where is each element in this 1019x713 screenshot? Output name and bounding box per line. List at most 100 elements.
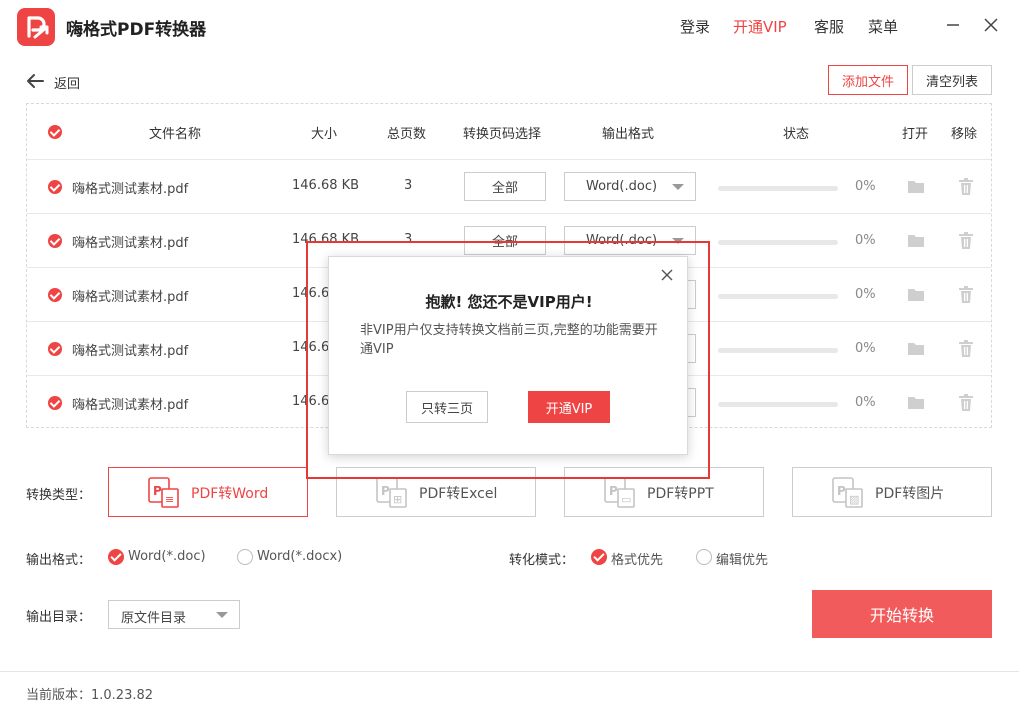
clear-list-button[interactable]: 清空列表 — [912, 65, 992, 95]
arrow-left-icon — [27, 74, 44, 88]
format-doc-radio[interactable] — [108, 549, 124, 565]
close-window-button[interactable] — [980, 14, 1002, 36]
vip-link[interactable]: 开通VIP — [733, 16, 787, 37]
remove-file-button[interactable] — [958, 178, 974, 200]
open-folder-button[interactable] — [907, 341, 925, 360]
trash-icon — [958, 394, 974, 416]
remove-file-button[interactable] — [958, 340, 974, 362]
file-name: 嗨格式测试素材.pdf — [72, 398, 189, 413]
login-link[interactable]: 登录 — [680, 16, 710, 37]
page-range-button[interactable]: 全部 — [464, 172, 546, 201]
page-count: 3 — [404, 178, 413, 193]
header-open: 打开 — [902, 127, 929, 142]
pdf-word-icon: P ≡ — [148, 477, 182, 513]
row-checkbox[interactable] — [48, 342, 62, 356]
conversion-type-label-text: PDF转PPT — [647, 486, 714, 502]
mode-format-radio[interactable] — [591, 549, 607, 565]
remove-file-button[interactable] — [958, 286, 974, 308]
format-docx-label[interactable]: Word(*.docx) — [257, 549, 342, 564]
remove-file-button[interactable] — [958, 394, 974, 416]
output-format-label: 输出格式： — [26, 553, 92, 568]
add-file-button[interactable]: 添加文件 — [828, 65, 908, 95]
progress-bar — [718, 186, 838, 191]
output-dir-value: 原文件目录 — [121, 611, 187, 626]
app-title: 嗨格式PDF转换器 — [66, 20, 207, 40]
progress-percent: 0% — [855, 287, 876, 302]
format-doc-label[interactable]: Word(*.doc) — [128, 549, 206, 564]
progress-percent: 0% — [855, 179, 876, 194]
menu-link[interactable]: 菜单 — [868, 16, 898, 37]
conversion-type-pdf-image[interactable]: P ▨ PDF转图片 — [792, 467, 992, 517]
select-all-checkbox[interactable] — [48, 125, 62, 139]
conversion-type-pdf-word[interactable]: P ≡ PDF转Word — [108, 467, 308, 517]
minimize-icon — [947, 24, 959, 26]
header-size: 大小 — [311, 127, 338, 142]
convert-three-pages-button[interactable]: 只转三页 — [406, 391, 488, 423]
pdf-ppt-icon: P ▭ — [604, 477, 638, 513]
close-icon — [661, 269, 673, 281]
dialog-close-button[interactable] — [659, 267, 675, 283]
progress-bar — [718, 240, 838, 245]
folder-icon — [907, 397, 925, 414]
conversion-type-label-text: PDF转Excel — [419, 486, 498, 502]
svg-text:▨: ▨ — [849, 493, 859, 506]
output-format-select[interactable]: Word(.doc) — [564, 172, 696, 201]
row-checkbox[interactable] — [48, 396, 62, 410]
format-docx-radio[interactable] — [237, 549, 253, 565]
dialog-message: 非VIP用户仅支持转换文档前三页,完整的功能需要开通VIP — [360, 323, 658, 357]
table-row: 嗨格式测试素材.pdf 146.68 KB 3 全部 Word(.doc) 0% — [27, 160, 991, 214]
trash-icon — [958, 340, 974, 362]
footer-divider — [0, 671, 1019, 672]
folder-icon — [907, 181, 925, 198]
title-bar: 嗨格式PDF转换器 登录 开通VIP 客服 菜单 — [0, 0, 1019, 54]
app-logo — [17, 8, 55, 46]
service-link[interactable]: 客服 — [814, 16, 844, 37]
pdf-excel-icon: P ⊞ — [376, 477, 410, 513]
file-name: 嗨格式测试素材.pdf — [72, 290, 189, 305]
open-folder-button[interactable] — [907, 395, 925, 414]
header-status: 状态 — [783, 127, 810, 142]
mode-format-label[interactable]: 格式优先 — [611, 549, 663, 568]
svg-text:P: P — [837, 484, 846, 498]
mode-edit-label[interactable]: 编辑优先 — [716, 549, 768, 568]
dropdown-arrow-icon — [216, 612, 228, 618]
svg-text:▭: ▭ — [621, 493, 631, 506]
conversion-type-label-text: PDF转Word — [191, 486, 269, 502]
back-label: 返回 — [54, 77, 81, 92]
trash-icon — [958, 178, 974, 200]
svg-text:≡: ≡ — [165, 493, 174, 506]
close-icon — [984, 18, 998, 32]
header-remove: 移除 — [951, 127, 978, 142]
output-dir-label: 输出目录： — [26, 610, 92, 625]
trash-icon — [958, 232, 974, 254]
output-dir-select[interactable]: 原文件目录 — [108, 600, 240, 629]
open-folder-button[interactable] — [907, 287, 925, 306]
header-format: 输出格式 — [602, 127, 655, 142]
folder-icon — [907, 343, 925, 360]
svg-text:⊞: ⊞ — [393, 493, 402, 506]
row-checkbox[interactable] — [48, 288, 62, 302]
trash-icon — [958, 286, 974, 308]
progress-bar — [718, 348, 838, 353]
file-name: 嗨格式测试素材.pdf — [72, 344, 189, 359]
open-vip-button[interactable]: 开通VIP — [528, 391, 610, 423]
progress-percent: 0% — [855, 341, 876, 356]
progress-percent: 0% — [855, 233, 876, 248]
version-text: 当前版本：1.0.23.82 — [26, 688, 154, 703]
minimize-button[interactable] — [942, 14, 964, 36]
open-folder-button[interactable] — [907, 179, 925, 198]
output-format-value: Word(.doc) — [586, 179, 658, 194]
mode-edit-radio[interactable] — [696, 549, 712, 565]
row-checkbox[interactable] — [48, 234, 62, 248]
conversion-mode-label: 转化模式： — [509, 553, 575, 568]
progress-bar — [718, 294, 838, 299]
folder-icon — [907, 235, 925, 252]
dialog-title: 抱歉! 您还不是VIP用户! — [425, 293, 593, 311]
svg-text:P: P — [153, 484, 162, 498]
open-folder-button[interactable] — [907, 233, 925, 252]
remove-file-button[interactable] — [958, 232, 974, 254]
start-convert-button[interactable]: 开始转换 — [812, 590, 992, 638]
conversion-type-label-text: PDF转图片 — [875, 486, 945, 502]
row-checkbox[interactable] — [48, 180, 62, 194]
pdf-logo-icon — [27, 16, 49, 39]
